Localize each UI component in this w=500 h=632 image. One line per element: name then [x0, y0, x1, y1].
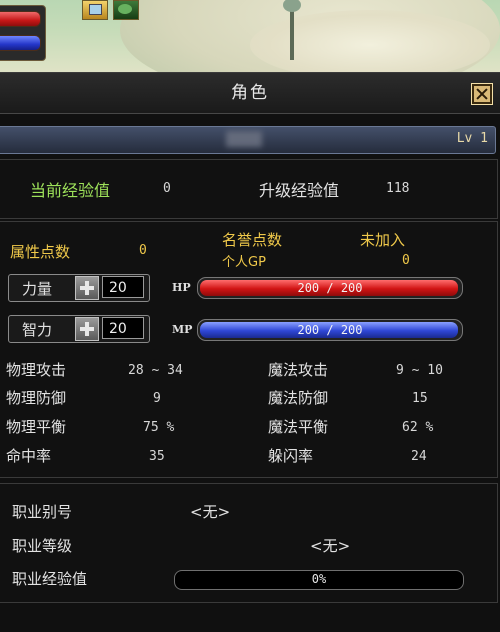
stat-label-magic-balance: 魔法平衡 [268, 418, 329, 436]
strength-value: 20 [102, 276, 144, 298]
stat-label-physical-balance: 物理平衡 [6, 418, 67, 436]
mp-text: 200 / 200 [297, 323, 363, 337]
personal-gp-value: 0 [402, 253, 410, 268]
stat-value-magic-balance: 62 % [402, 420, 434, 435]
stat-value-physical-defense: 9 [153, 391, 161, 406]
player-mp-bar [0, 35, 41, 51]
quickslot-item-icon[interactable] [82, 0, 108, 20]
current-exp-value: 0 [163, 181, 171, 196]
job-exp-label: 职业经验值 [12, 570, 88, 588]
stat-label-evasion-rate: 躲闪率 [268, 447, 314, 465]
intelligence-value: 20 [102, 317, 144, 339]
stat-label-physical-defense: 物理防御 [6, 389, 67, 407]
attribute-points-value: 0 [139, 243, 147, 258]
job-alias-label: 职业别号 [12, 503, 73, 521]
job-alias-value: <无> [190, 503, 231, 521]
window-title: 角色 [231, 83, 269, 103]
level-label: Lv 1 [456, 131, 488, 146]
job-grade-value: <无> [310, 537, 351, 555]
stat-value-physical-balance: 75 % [143, 420, 175, 435]
close-icon[interactable] [471, 83, 493, 105]
hp-text: 200 / 200 [297, 281, 363, 295]
player-hp-bar [0, 11, 41, 27]
stat-label-physical-attack: 物理攻击 [6, 361, 67, 379]
stat-value-magic-defense: 15 [412, 391, 428, 406]
add-strength-plus-icon[interactable] [75, 276, 99, 300]
quickslot-skill-icon[interactable] [113, 0, 139, 20]
hp-bar: 200 / 200 [197, 277, 463, 299]
job-grade-label: 职业等级 [12, 537, 73, 555]
stat-label-magic-defense: 魔法防御 [268, 389, 329, 407]
mp-bar: 200 / 200 [197, 319, 463, 341]
attribute-points-label: 属性点数 [10, 243, 71, 261]
hp-tag: HP [172, 281, 191, 294]
character-name-redacted [226, 131, 262, 147]
stat-label-magic-attack: 魔法攻击 [268, 361, 329, 379]
strength-label: 力量 [22, 280, 53, 298]
honor-points-label: 名誉点数 [222, 231, 283, 249]
next-level-exp-value: 118 [386, 181, 410, 196]
stat-value-hit-rate: 35 [149, 449, 165, 464]
current-exp-label: 当前经验值 [30, 181, 111, 200]
stat-label-hit-rate: 命中率 [6, 447, 52, 465]
stat-value-magic-attack: 9 ~ 10 [396, 363, 443, 378]
stat-value-evasion-rate: 24 [411, 449, 427, 464]
game-scene-background [0, 0, 500, 72]
stat-value-physical-attack: 28 ~ 34 [128, 363, 183, 378]
character-window: 角色 Lv 1 当前经验值 0 升级经验值 118 属性点数 0 名誉点数 未加… [0, 72, 500, 632]
job-exp-text: 0% [311, 572, 327, 586]
mp-tag: MP [172, 323, 193, 336]
personal-gp-label: 个人GP [222, 255, 266, 270]
honor-points-value: 未加入 [360, 231, 406, 249]
add-intelligence-plus-icon[interactable] [75, 317, 99, 341]
intelligence-label: 智力 [22, 321, 53, 339]
next-level-exp-label: 升级经验值 [259, 181, 340, 200]
scene-cloud [250, 10, 490, 72]
